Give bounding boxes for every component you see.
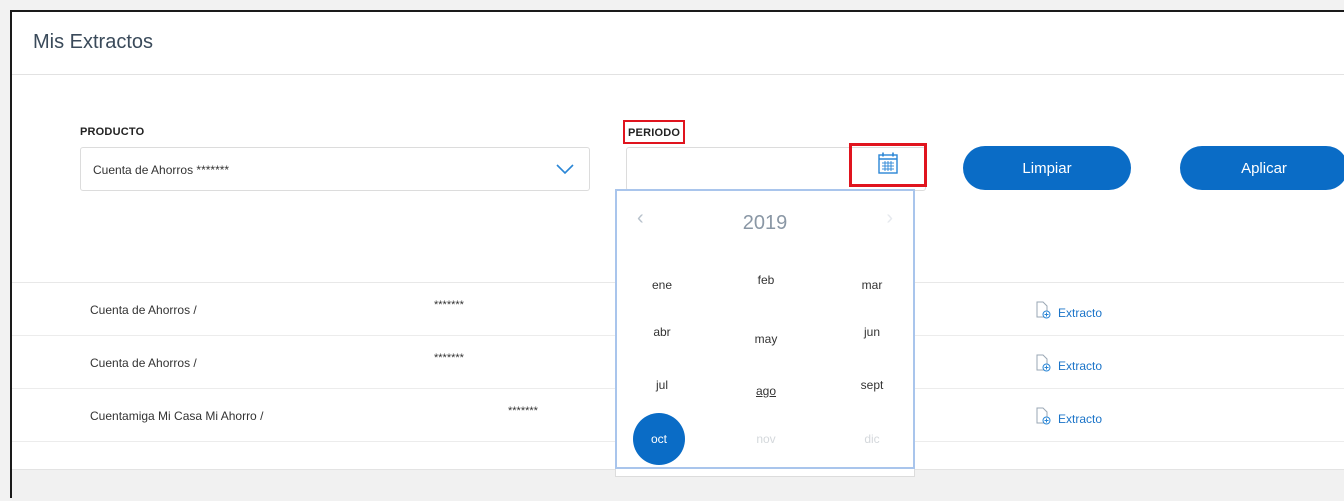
- document-download-icon: [1034, 354, 1052, 377]
- month-jun[interactable]: jun: [847, 325, 897, 345]
- month-oct[interactable]: oct: [633, 413, 685, 465]
- statement-link[interactable]: Extracto: [1034, 354, 1102, 377]
- month-picker-popup: ‹ 2019 › ene feb mar abr may jun jul ago…: [615, 189, 915, 469]
- month-jul[interactable]: jul: [637, 378, 687, 398]
- month-may[interactable]: may: [741, 332, 791, 352]
- month-sept[interactable]: sept: [847, 378, 897, 398]
- document-download-icon: [1034, 407, 1052, 430]
- title-divider: [12, 74, 1344, 75]
- page-title: Mis Extractos: [33, 31, 154, 53]
- document-download-icon: [1034, 301, 1052, 324]
- month-nov: nov: [756, 432, 776, 446]
- period-label: PERIODO: [623, 120, 686, 144]
- statement-link[interactable]: Extracto: [1034, 407, 1102, 430]
- row-account-number: *******: [508, 405, 538, 417]
- row-product: Cuentamiga Mi Casa Mi Ahorro /: [90, 409, 264, 423]
- clear-button[interactable]: Limpiar: [963, 146, 1131, 190]
- row-product: Cuenta de Ahorros /: [90, 356, 197, 370]
- row-account-number: *******: [434, 352, 464, 364]
- statement-link-label: Extracto: [1058, 305, 1103, 320]
- chevron-down-icon: [555, 162, 575, 181]
- calendar-icon: [877, 151, 899, 180]
- picker-year[interactable]: 2019: [617, 212, 913, 235]
- row-account-number: *******: [434, 299, 464, 311]
- product-label: PRODUCTO: [80, 126, 145, 138]
- row-product: Cuenta de Ahorros /: [90, 303, 197, 317]
- statement-link[interactable]: Extracto: [1034, 301, 1102, 324]
- month-ene[interactable]: ene: [637, 278, 687, 298]
- month-feb[interactable]: feb: [741, 273, 791, 293]
- product-select-value: Cuenta de Ahorros *******: [93, 163, 230, 177]
- month-abr[interactable]: abr: [637, 325, 687, 345]
- month-dic: dic: [864, 432, 880, 446]
- statement-link-label: Extracto: [1058, 411, 1103, 426]
- month-ago[interactable]: ago: [741, 384, 791, 404]
- month-mar[interactable]: mar: [847, 278, 897, 298]
- product-select[interactable]: Cuenta de Ahorros *******: [80, 147, 590, 191]
- apply-button[interactable]: Aplicar: [1180, 146, 1344, 190]
- calendar-button[interactable]: [849, 143, 927, 187]
- statement-link-label: Extracto: [1058, 358, 1103, 373]
- next-year-button[interactable]: ›: [886, 207, 893, 230]
